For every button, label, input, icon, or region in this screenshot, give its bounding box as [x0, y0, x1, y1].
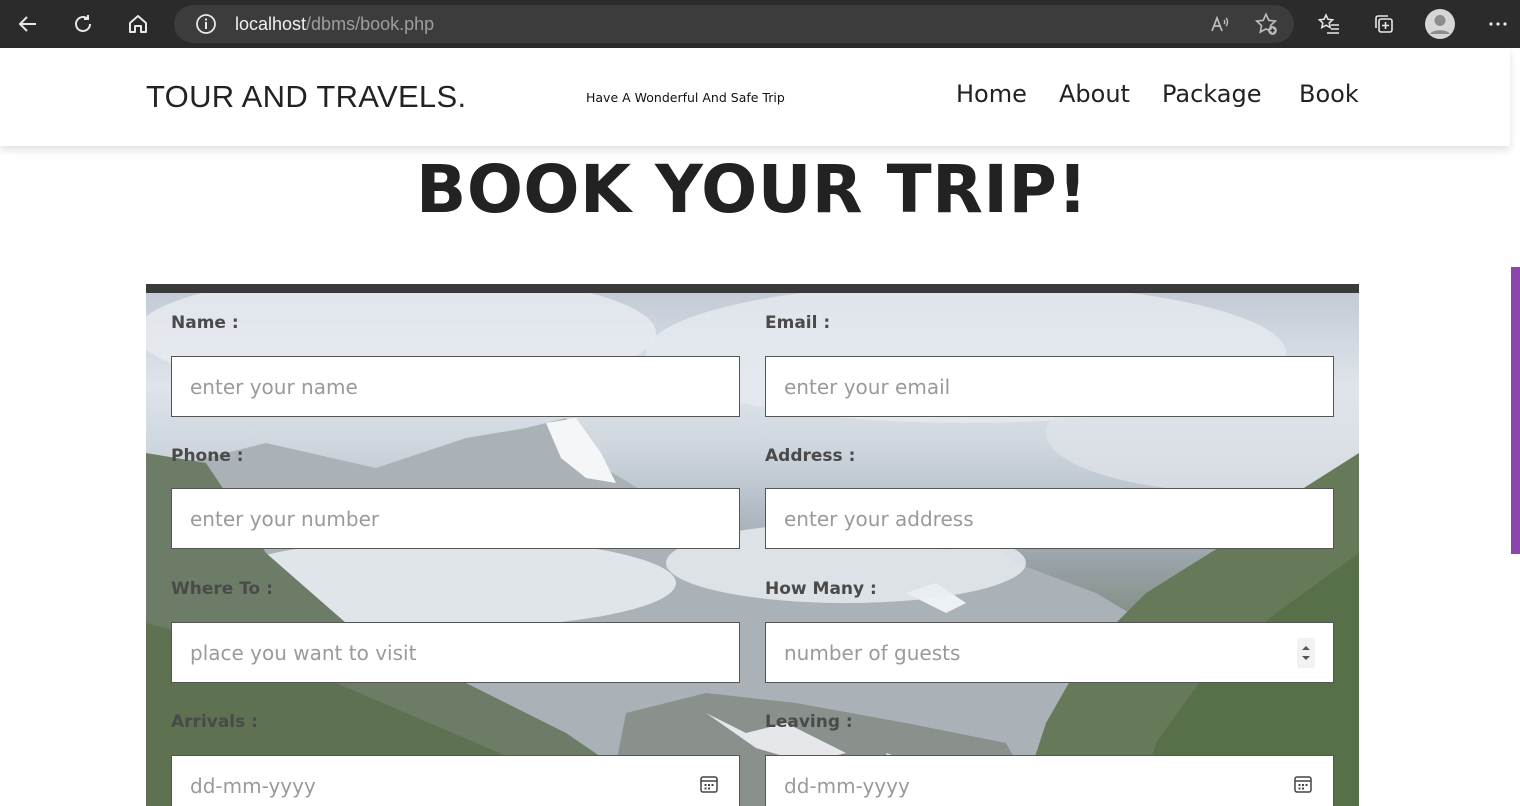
address-label: Address : [765, 446, 856, 466]
name-field[interactable] [171, 356, 740, 417]
phone-label: Phone : [171, 446, 244, 466]
where-to-input[interactable] [172, 623, 739, 682]
more-options-icon[interactable] [1482, 8, 1514, 40]
calendar-icon[interactable] [699, 774, 719, 798]
booking-form: Name : Email : Phone : Address : Where T… [146, 284, 1359, 806]
home-icon[interactable] [122, 8, 154, 40]
email-field[interactable] [765, 356, 1334, 417]
email-input[interactable] [766, 357, 1333, 416]
profile-avatar-icon[interactable] [1424, 8, 1456, 40]
how-many-input[interactable] [766, 623, 1333, 682]
arrivals-date-input[interactable] [172, 756, 739, 806]
site-info-icon[interactable] [194, 12, 218, 36]
leaving-field[interactable] [765, 755, 1334, 806]
how-many-label: How Many : [765, 579, 877, 599]
collections-icon[interactable] [1368, 8, 1400, 40]
read-aloud-icon[interactable] [1204, 8, 1236, 40]
browser-toolbar: localhost/dbms/book.php [0, 0, 1520, 48]
number-spinner[interactable] [1297, 638, 1315, 668]
nav-about[interactable]: About [1059, 80, 1130, 108]
name-label: Name : [171, 313, 239, 333]
how-many-field[interactable] [765, 622, 1334, 683]
leaving-date-input[interactable] [766, 756, 1333, 806]
address-field[interactable] [765, 488, 1334, 549]
site-logo[interactable]: TOUR AND TRAVELS. [146, 79, 466, 115]
leaving-label: Leaving : [765, 712, 853, 732]
nav-package[interactable]: Package [1162, 80, 1261, 108]
refresh-icon[interactable] [67, 8, 99, 40]
phone-input[interactable] [172, 489, 739, 548]
nav-home[interactable]: Home [956, 80, 1027, 108]
phone-field[interactable] [171, 488, 740, 549]
scroll-accent [1511, 267, 1520, 554]
add-favorite-icon[interactable] [1250, 8, 1282, 40]
where-to-label: Where To : [171, 579, 273, 599]
spinner-arrows-icon [1302, 646, 1310, 660]
site-tagline: Have A Wonderful And Safe Trip [586, 90, 785, 105]
email-label: Email : [765, 313, 831, 333]
site-header: TOUR AND TRAVELS. Have A Wonderful And S… [0, 48, 1510, 146]
url-path: /dbms/book.php [306, 14, 435, 34]
where-to-field[interactable] [171, 622, 740, 683]
name-input[interactable] [172, 357, 739, 416]
back-icon[interactable] [12, 8, 44, 40]
page-title: BOOK YOUR TRIP! [416, 151, 1088, 228]
nav-book[interactable]: Book [1299, 80, 1359, 108]
address-input[interactable] [766, 489, 1333, 548]
calendar-icon[interactable] [1293, 774, 1313, 798]
arrivals-field[interactable] [171, 755, 740, 806]
url-text: localhost/dbms/book.php [235, 12, 434, 36]
url-host: localhost [235, 14, 307, 34]
favorites-icon[interactable] [1313, 8, 1345, 40]
arrivals-label: Arrivals : [171, 712, 258, 732]
